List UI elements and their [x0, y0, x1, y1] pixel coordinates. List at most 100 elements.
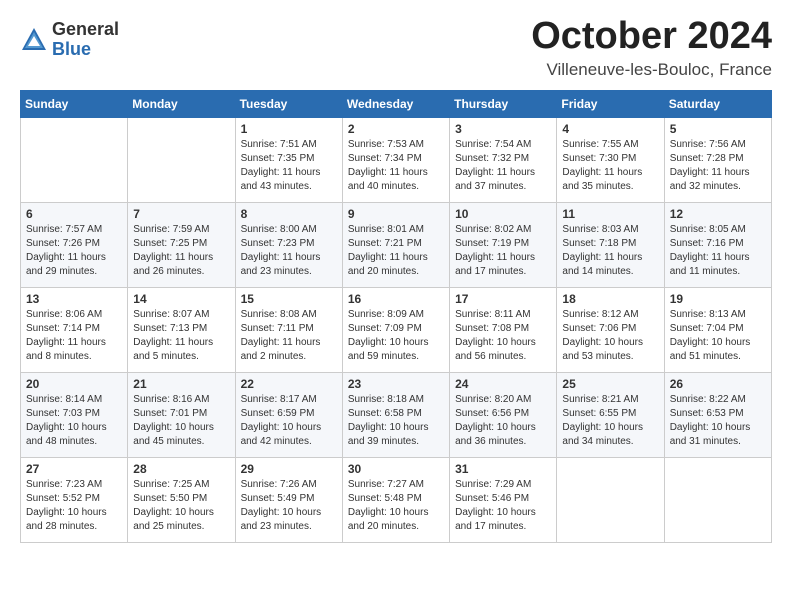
day-number: 13 — [26, 292, 122, 306]
day-info: Sunrise: 8:18 AM Sunset: 6:58 PM Dayligh… — [348, 393, 444, 449]
weekday-header-tuesday: Tuesday — [235, 90, 342, 117]
day-info: Sunrise: 7:54 AM Sunset: 7:32 PM Dayligh… — [455, 138, 551, 194]
calendar-cell: 5Sunrise: 7:56 AM Sunset: 7:28 PM Daylig… — [664, 117, 771, 202]
day-number: 7 — [133, 207, 229, 221]
day-info: Sunrise: 8:08 AM Sunset: 7:11 PM Dayligh… — [241, 308, 337, 364]
day-info: Sunrise: 8:01 AM Sunset: 7:21 PM Dayligh… — [348, 223, 444, 279]
day-info: Sunrise: 8:13 AM Sunset: 7:04 PM Dayligh… — [670, 308, 766, 364]
day-info: Sunrise: 8:05 AM Sunset: 7:16 PM Dayligh… — [670, 223, 766, 279]
week-row-4: 20 Sunrise: 8:14 AM Sunset: 7:03 PM Dayli… — [21, 372, 772, 457]
day-number: 2 — [348, 122, 444, 136]
month-title: October 2024 — [531, 16, 772, 58]
day-number: 17 — [455, 292, 551, 306]
day-info: Sunrise: 7:25 AM Sunset: 5:50 PM Dayligh… — [133, 478, 229, 534]
calendar-cell: 19 Sunrise: 8:13 AM Sunset: 7:04 PM Dayli… — [664, 287, 771, 372]
day-number: 3 — [455, 122, 551, 136]
day-info: Sunrise: 8:14 AM Sunset: 7:03 PM Dayligh… — [26, 393, 122, 449]
day-number: 19 — [670, 292, 766, 306]
calendar-cell: 26 Sunrise: 8:22 AM Sunset: 6:53 PM Dayli… — [664, 372, 771, 457]
location-title: Villeneuve-les-Bouloc, France — [531, 60, 772, 80]
week-row-3: 13Sunrise: 8:06 AM Sunset: 7:14 PM Dayli… — [21, 287, 772, 372]
calendar-cell — [557, 457, 664, 542]
day-info: Sunrise: 8:17 AM Sunset: 6:59 PM Dayligh… — [241, 393, 337, 449]
day-info: Sunrise: 8:09 AM Sunset: 7:09 PM Dayligh… — [348, 308, 444, 364]
title-area: October 2024 Villeneuve-les-Bouloc, Fran… — [531, 16, 772, 80]
calendar-table: SundayMondayTuesdayWednesdayThursdayFrid… — [20, 90, 772, 543]
calendar-cell — [21, 117, 128, 202]
day-number: 23 — [348, 377, 444, 391]
day-number: 27 — [26, 462, 122, 476]
day-number: 1 — [241, 122, 337, 136]
calendar-cell: 30 Sunrise: 7:27 AM Sunset: 5:48 PM Dayli… — [342, 457, 449, 542]
calendar-cell: 24Sunrise: 8:20 AM Sunset: 6:56 PM Dayli… — [450, 372, 557, 457]
weekday-header-thursday: Thursday — [450, 90, 557, 117]
day-info: Sunrise: 7:59 AM Sunset: 7:25 PM Dayligh… — [133, 223, 229, 279]
day-number: 18 — [562, 292, 658, 306]
day-info: Sunrise: 8:11 AM Sunset: 7:08 PM Dayligh… — [455, 308, 551, 364]
calendar-cell — [664, 457, 771, 542]
calendar-cell: 22Sunrise: 8:17 AM Sunset: 6:59 PM Dayli… — [235, 372, 342, 457]
day-number: 29 — [241, 462, 337, 476]
logo: General Blue — [20, 20, 119, 60]
calendar-cell: 23 Sunrise: 8:18 AM Sunset: 6:58 PM Dayli… — [342, 372, 449, 457]
weekday-header-friday: Friday — [557, 90, 664, 117]
calendar-cell: 20 Sunrise: 8:14 AM Sunset: 7:03 PM Dayli… — [21, 372, 128, 457]
week-row-2: 6 Sunrise: 7:57 AM Sunset: 7:26 PM Daylig… — [21, 202, 772, 287]
calendar-cell: 17 Sunrise: 8:11 AM Sunset: 7:08 PM Dayli… — [450, 287, 557, 372]
day-number: 12 — [670, 207, 766, 221]
day-info: Sunrise: 7:53 AM Sunset: 7:34 PM Dayligh… — [348, 138, 444, 194]
day-info: Sunrise: 8:02 AM Sunset: 7:19 PM Dayligh… — [455, 223, 551, 279]
day-info: Sunrise: 8:12 AM Sunset: 7:06 PM Dayligh… — [562, 308, 658, 364]
day-number: 21 — [133, 377, 229, 391]
calendar-cell: 4Sunrise: 7:55 AM Sunset: 7:30 PM Daylig… — [557, 117, 664, 202]
logo-general-text: General — [52, 20, 119, 40]
day-info: Sunrise: 8:20 AM Sunset: 6:56 PM Dayligh… — [455, 393, 551, 449]
weekday-header-monday: Monday — [128, 90, 235, 117]
day-info: Sunrise: 7:23 AM Sunset: 5:52 PM Dayligh… — [26, 478, 122, 534]
day-number: 30 — [348, 462, 444, 476]
calendar-cell: 28 Sunrise: 7:25 AM Sunset: 5:50 PM Dayli… — [128, 457, 235, 542]
calendar-cell: 2 Sunrise: 7:53 AM Sunset: 7:34 PM Daylig… — [342, 117, 449, 202]
day-number: 9 — [348, 207, 444, 221]
day-number: 25 — [562, 377, 658, 391]
weekday-header-saturday: Saturday — [664, 90, 771, 117]
day-info: Sunrise: 7:26 AM Sunset: 5:49 PM Dayligh… — [241, 478, 337, 534]
day-number: 26 — [670, 377, 766, 391]
calendar-cell: 9 Sunrise: 8:01 AM Sunset: 7:21 PM Daylig… — [342, 202, 449, 287]
day-number: 11 — [562, 207, 658, 221]
logo-text: General Blue — [52, 20, 119, 60]
calendar-cell: 15 Sunrise: 8:08 AM Sunset: 7:11 PM Dayli… — [235, 287, 342, 372]
day-info: Sunrise: 7:56 AM Sunset: 7:28 PM Dayligh… — [670, 138, 766, 194]
calendar-cell: 3 Sunrise: 7:54 AM Sunset: 7:32 PM Daylig… — [450, 117, 557, 202]
day-info: Sunrise: 8:22 AM Sunset: 6:53 PM Dayligh… — [670, 393, 766, 449]
calendar-cell: 31Sunrise: 7:29 AM Sunset: 5:46 PM Dayli… — [450, 457, 557, 542]
day-number: 20 — [26, 377, 122, 391]
day-number: 6 — [26, 207, 122, 221]
day-number: 8 — [241, 207, 337, 221]
logo-icon — [20, 26, 48, 54]
day-number: 28 — [133, 462, 229, 476]
day-info: Sunrise: 8:07 AM Sunset: 7:13 PM Dayligh… — [133, 308, 229, 364]
day-info: Sunrise: 7:57 AM Sunset: 7:26 PM Dayligh… — [26, 223, 122, 279]
day-info: Sunrise: 8:16 AM Sunset: 7:01 PM Dayligh… — [133, 393, 229, 449]
calendar-cell: 29 Sunrise: 7:26 AM Sunset: 5:49 PM Dayli… — [235, 457, 342, 542]
calendar-cell: 18 Sunrise: 8:12 AM Sunset: 7:06 PM Dayli… — [557, 287, 664, 372]
week-row-5: 27 Sunrise: 7:23 AM Sunset: 5:52 PM Dayli… — [21, 457, 772, 542]
calendar-cell — [128, 117, 235, 202]
calendar-cell: 10 Sunrise: 8:02 AM Sunset: 7:19 PM Dayli… — [450, 202, 557, 287]
calendar-cell: 21 Sunrise: 8:16 AM Sunset: 7:01 PM Dayli… — [128, 372, 235, 457]
calendar-cell: 6 Sunrise: 7:57 AM Sunset: 7:26 PM Daylig… — [21, 202, 128, 287]
calendar-cell: 7 Sunrise: 7:59 AM Sunset: 7:25 PM Daylig… — [128, 202, 235, 287]
day-info: Sunrise: 7:51 AM Sunset: 7:35 PM Dayligh… — [241, 138, 337, 194]
day-info: Sunrise: 8:21 AM Sunset: 6:55 PM Dayligh… — [562, 393, 658, 449]
day-number: 31 — [455, 462, 551, 476]
calendar-cell: 11 Sunrise: 8:03 AM Sunset: 7:18 PM Dayli… — [557, 202, 664, 287]
day-info: Sunrise: 7:27 AM Sunset: 5:48 PM Dayligh… — [348, 478, 444, 534]
weekday-header-wednesday: Wednesday — [342, 90, 449, 117]
day-number: 15 — [241, 292, 337, 306]
calendar-cell: 25 Sunrise: 8:21 AM Sunset: 6:55 PM Dayli… — [557, 372, 664, 457]
calendar-cell: 27 Sunrise: 7:23 AM Sunset: 5:52 PM Dayli… — [21, 457, 128, 542]
day-number: 10 — [455, 207, 551, 221]
day-info: Sunrise: 8:03 AM Sunset: 7:18 PM Dayligh… — [562, 223, 658, 279]
calendar-cell: 13Sunrise: 8:06 AM Sunset: 7:14 PM Dayli… — [21, 287, 128, 372]
